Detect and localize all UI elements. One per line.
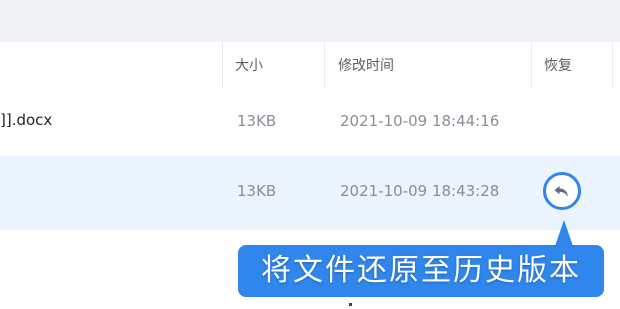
top-toolbar-strip <box>0 0 620 42</box>
restore-button[interactable] <box>543 172 581 210</box>
column-divider <box>612 42 613 88</box>
file-size: 13KB <box>237 112 277 130</box>
table-row-selected[interactable]: 13KB 2021-10-09 18:43:28 <box>0 156 620 230</box>
table-row[interactable]: ]].docx 13KB 2021-10-09 18:44:16 <box>0 88 620 156</box>
column-header-modified-time[interactable]: 修改时间 <box>338 55 394 75</box>
modified-time: 2021-10-09 18:44:16 <box>340 112 500 130</box>
file-name: ]].docx <box>0 111 53 129</box>
column-divider <box>324 42 325 88</box>
callout-pointer <box>555 220 573 246</box>
file-size: 13KB <box>237 182 277 200</box>
column-divider <box>222 42 223 88</box>
tutorial-callout: 将文件还原至历史版本 <box>238 245 604 297</box>
column-header-size[interactable]: 大小 <box>235 55 263 75</box>
column-divider <box>531 42 532 88</box>
modified-time: 2021-10-09 18:43:28 <box>340 182 500 200</box>
column-header-restore: 恢复 <box>544 58 572 74</box>
mouse-cursor <box>349 303 352 306</box>
undo-arrow-icon <box>554 186 568 197</box>
table-header <box>0 42 620 88</box>
